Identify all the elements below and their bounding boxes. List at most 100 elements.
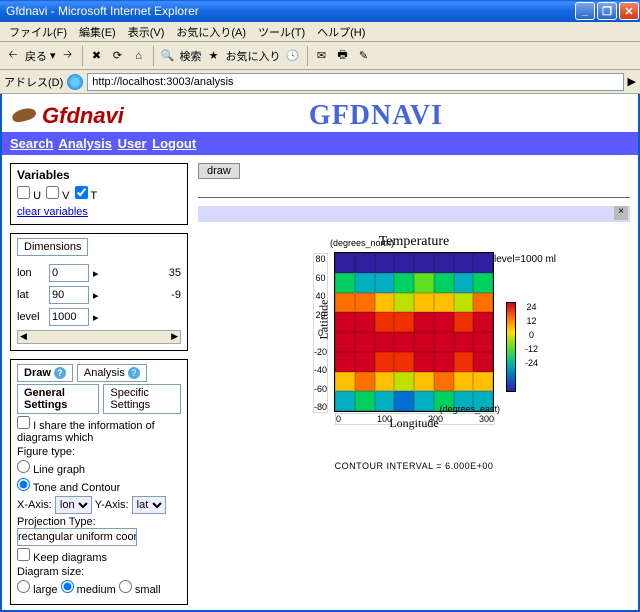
tab-analysis[interactable]: Analysis? — [77, 364, 147, 382]
dimensions-tab[interactable]: Dimensions — [17, 238, 88, 256]
share-checkbox[interactable] — [17, 416, 30, 429]
menu-fav[interactable]: お気に入り(A) — [171, 22, 251, 42]
heatmap-cell — [335, 372, 355, 392]
edit-icon[interactable]: ✎ — [355, 47, 373, 65]
ie-toolbar: 🡠 戻る ▾ 🡢 ✖ ⟳ ⌂ 🔍 検索 ★ お気に入り 🕓 ✉ 🖶 ✎ — [0, 42, 640, 70]
y-ticks: 806040200-20-40-60-80 — [313, 253, 328, 413]
heatmap-cell — [375, 293, 395, 313]
keep-checkbox[interactable] — [17, 548, 30, 561]
dim-level-slider[interactable] — [103, 311, 181, 323]
history-icon[interactable]: 🕓 — [284, 47, 302, 65]
clear-variables-link[interactable]: clear variables — [17, 206, 88, 218]
print-icon[interactable]: 🖶 — [334, 47, 352, 65]
yaxis-label: Y-Axis: — [95, 499, 129, 511]
heatmap-cell — [434, 332, 454, 352]
menu-help[interactable]: ヘルプ(H) — [312, 22, 370, 42]
close-icon[interactable]: × — [614, 206, 628, 220]
var-v-checkbox[interactable] — [46, 186, 59, 199]
nav-user[interactable]: User — [118, 136, 147, 151]
size-small-radio[interactable] — [119, 580, 132, 593]
heatmap-cell — [434, 372, 454, 392]
favorites-icon[interactable]: ★ — [205, 47, 223, 65]
heatmap-cell — [355, 372, 375, 392]
nav-search[interactable]: Search — [10, 136, 53, 151]
mail-icon[interactable]: ✉ — [313, 47, 331, 65]
address-input[interactable] — [87, 73, 623, 91]
heatmap-cell — [414, 312, 434, 332]
heatmap-cell — [375, 332, 395, 352]
stop-icon[interactable]: ✖ — [88, 47, 106, 65]
heatmap-cell — [434, 293, 454, 313]
heatmap-cell — [434, 253, 454, 273]
search-icon[interactable]: 🔍 — [159, 47, 177, 65]
tab-draw[interactable]: Draw? — [17, 364, 73, 382]
draw-panel: Draw? Analysis? General Settings Specifi… — [10, 359, 188, 605]
menu-tools[interactable]: ツール(T) — [253, 22, 310, 42]
stepper-icon[interactable]: ▸ — [93, 289, 99, 302]
var-t-checkbox[interactable] — [75, 186, 88, 199]
figtype-label: Figure type: — [17, 446, 181, 458]
proj-input[interactable] — [17, 528, 137, 546]
back-label[interactable]: 戻る — [25, 48, 47, 64]
draw-button[interactable]: draw — [198, 163, 240, 179]
menu-view[interactable]: 表示(V) — [123, 22, 170, 42]
forward-icon[interactable]: 🡢 — [59, 47, 77, 65]
back-icon[interactable]: 🡠 — [4, 47, 22, 65]
heatmap-cell — [473, 312, 493, 332]
xaxis-select[interactable]: lon — [55, 496, 92, 514]
menu-edit[interactable]: 編集(E) — [74, 22, 121, 42]
heatmap-cell — [434, 312, 454, 332]
go-icon[interactable]: ▶ — [628, 75, 636, 88]
figtype-line-radio[interactable] — [17, 460, 30, 473]
favorites-label[interactable]: お気に入り — [226, 48, 281, 64]
nav-logout[interactable]: Logout — [152, 136, 196, 151]
stepper-icon[interactable]: ▸ — [93, 267, 99, 280]
size-medium-radio[interactable] — [61, 580, 74, 593]
close-button[interactable]: ✕ — [619, 2, 639, 20]
stepper-icon[interactable]: ▸ — [93, 311, 99, 324]
browser-viewport: Gfdnavi GFDNAVI Search Analysis User Log… — [0, 94, 640, 612]
yaxis-select[interactable]: lat — [132, 496, 166, 514]
back-dropdown-icon[interactable]: ▾ — [50, 49, 56, 62]
share-label: I share the information of diagrams whic… — [17, 420, 155, 444]
minimize-button[interactable]: _ — [575, 2, 595, 20]
figtype-line-label: Line graph — [33, 464, 85, 476]
subtab-general[interactable]: General Settings — [17, 384, 99, 414]
dim-lat-input[interactable] — [49, 286, 89, 304]
dim-level-input[interactable] — [49, 308, 89, 326]
figtype-tone-radio[interactable] — [17, 478, 30, 491]
nav-analysis[interactable]: Analysis — [59, 136, 112, 151]
heatmap-cell — [414, 332, 434, 352]
heatmap-cell — [355, 332, 375, 352]
heatmap-cell — [414, 253, 434, 273]
var-v-label: V — [62, 190, 69, 202]
dim-lon-slider[interactable] — [103, 267, 165, 279]
search-label[interactable]: 検索 — [180, 48, 202, 64]
maximize-button[interactable]: ❐ — [597, 2, 617, 20]
size-large-radio[interactable] — [17, 580, 30, 593]
heatmap-cell — [375, 352, 395, 372]
divider — [198, 197, 630, 198]
contour-interval: CONTOUR INTERVAL = 6.000E+00 — [198, 461, 630, 471]
ie-icon — [67, 74, 83, 90]
heatmap-cell — [355, 273, 375, 293]
heatmap-cell — [335, 273, 355, 293]
menu-file[interactable]: ファイル(F) — [4, 22, 72, 42]
size-large-label: large — [33, 584, 57, 596]
heatmap-cell — [394, 253, 414, 273]
heatmap-cell — [473, 352, 493, 372]
subtab-specific[interactable]: Specific Settings — [103, 384, 181, 414]
var-u-checkbox[interactable] — [17, 186, 30, 199]
help-icon[interactable]: ? — [54, 367, 66, 379]
heatmap-cell — [414, 372, 434, 392]
dim-lon-input[interactable] — [49, 264, 89, 282]
heatmap-cell — [454, 253, 474, 273]
x-units: (degrees_east) — [439, 404, 500, 414]
heatmap-cell — [414, 293, 434, 313]
home-icon[interactable]: ⌂ — [130, 47, 148, 65]
dim-lat-slider[interactable] — [103, 289, 168, 301]
dimensions-scrollbar[interactable] — [17, 330, 181, 344]
help-icon[interactable]: ? — [128, 367, 140, 379]
refresh-icon[interactable]: ⟳ — [109, 47, 127, 65]
heatmap-cell — [375, 312, 395, 332]
